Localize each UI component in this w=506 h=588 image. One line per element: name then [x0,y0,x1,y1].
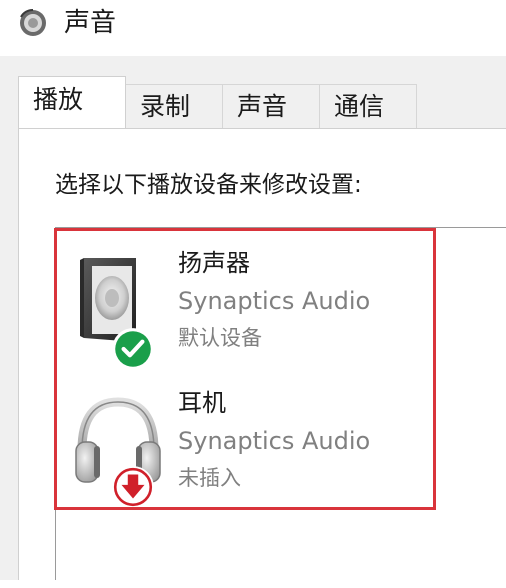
title-bar: 声音 [0,0,506,54]
tab-communications[interactable]: 通信 [319,84,417,128]
device-driver: Synaptics Audio [178,287,371,315]
device-name: 耳机 [178,389,226,417]
panel-instruction: 选择以下播放设备来修改设置: [55,172,362,198]
device-name: 扬声器 [178,249,250,277]
device-status: 默认设备 [178,326,262,350]
device-driver: Synaptics Audio [178,427,371,455]
sound-dialog: 声音 播放 录制 声音 通信 选择以下播放设备来修改设置: 扬声器 Synapt… [0,0,506,588]
tab-playback[interactable]: 播放 [18,76,126,128]
default-check-icon [112,328,154,370]
device-status: 未插入 [178,466,241,490]
bottom-edge [0,580,506,588]
tab-sounds[interactable]: 声音 [222,84,320,128]
speaker-icon [20,9,46,36]
window-title: 声音 [64,8,117,38]
tab-recording[interactable]: 录制 [125,84,223,128]
device-item-headphones[interactable]: 耳机 Synaptics Audio 未插入 [70,388,430,508]
tab-strip: 播放 录制 声音 通信 [18,76,417,128]
device-item-speaker[interactable]: 扬声器 Synaptics Audio 默认设备 [70,248,430,370]
unplugged-arrow-icon [112,466,154,508]
